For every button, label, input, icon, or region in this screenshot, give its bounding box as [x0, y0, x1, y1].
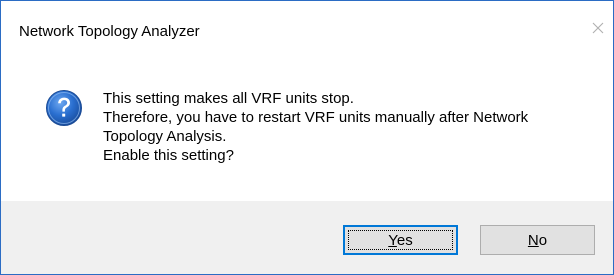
- window-title: Network Topology Analyzer: [19, 23, 200, 40]
- message-line: Enable this setting?: [103, 147, 234, 164]
- close-button[interactable]: [583, 13, 613, 43]
- yes-button[interactable]: Yes: [343, 225, 458, 255]
- message-text: This setting makes all VRF units stop. T…: [103, 89, 593, 165]
- message-line: Topology Analysis.: [103, 128, 227, 145]
- button-bar: Yes No: [1, 201, 613, 274]
- question-icon: [46, 90, 82, 126]
- dialog-content: This setting makes all VRF units stop. T…: [1, 49, 613, 201]
- message-line: Therefore, you have to restart VRF units…: [103, 109, 529, 126]
- no-button[interactable]: No: [480, 225, 595, 255]
- yes-button-label: Yes: [388, 231, 413, 249]
- close-icon: [592, 22, 604, 34]
- title-bar[interactable]: Network Topology Analyzer: [1, 1, 613, 49]
- message-line: This setting makes all VRF units stop.: [103, 90, 354, 107]
- no-button-label: No: [527, 231, 548, 249]
- message-dialog: Network Topology Analyzer This setting m…: [0, 0, 614, 275]
